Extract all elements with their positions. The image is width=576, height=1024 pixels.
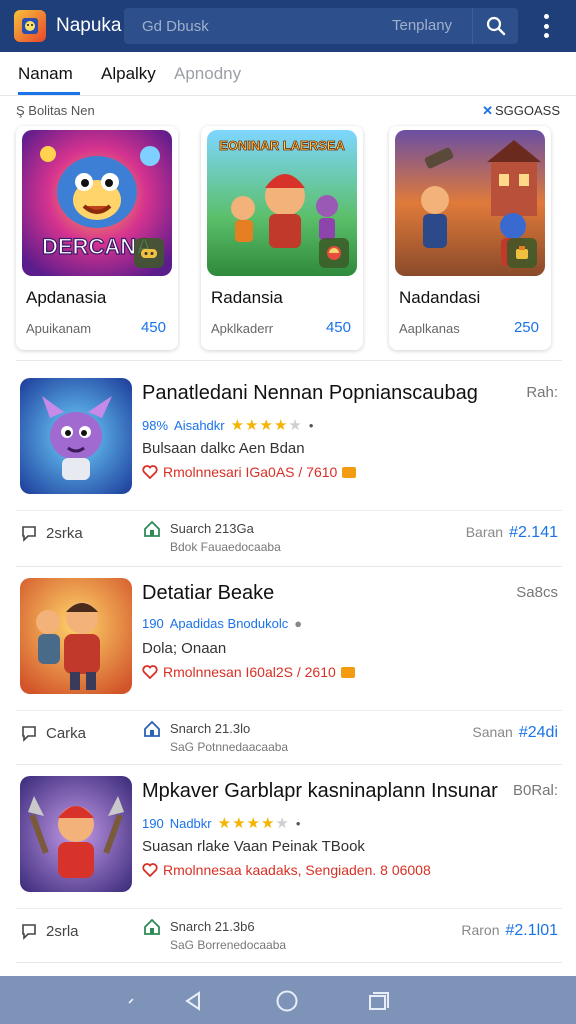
section-title: Ş Bolitas Nen bbox=[16, 103, 95, 118]
search-icon bbox=[486, 16, 505, 36]
item-price[interactable]: Sanan #24di bbox=[472, 724, 558, 742]
game-icon bbox=[20, 578, 132, 694]
heart-icon bbox=[142, 863, 158, 877]
item-title: Detatiar Beake bbox=[142, 582, 275, 604]
tab-nanam[interactable]: Nanam bbox=[18, 64, 73, 84]
item-price[interactable]: Raron #2.1l01 bbox=[461, 922, 558, 940]
featured-card[interactable]: DERCANA Apdanasia Apuikanam 450 bbox=[16, 126, 178, 350]
item-price[interactable]: Baran #2.141 bbox=[466, 524, 558, 542]
featured-card[interactable]: EONINAR LAERSEA Radansia Apklkaderr 450 bbox=[201, 126, 363, 350]
recents-icon[interactable] bbox=[366, 988, 392, 1014]
card-name: Radansia bbox=[211, 288, 283, 307]
card-count: 450 bbox=[325, 319, 351, 336]
comment-button[interactable]: 2srla bbox=[20, 922, 79, 940]
heart-icon bbox=[142, 465, 158, 479]
card-name: Nadandasi bbox=[399, 288, 481, 307]
store-icon bbox=[144, 918, 160, 935]
home-icon[interactable] bbox=[274, 988, 300, 1014]
expand-icon: ✕ bbox=[482, 103, 493, 118]
install-info[interactable]: Snarch 21.3lo SaG Potnnedaacaaba bbox=[142, 720, 288, 756]
app-logo-icon[interactable] bbox=[14, 10, 46, 42]
section-more-link[interactable]: ✕ SGGOASS bbox=[482, 103, 560, 119]
tab-bar: Nanam Alpalky Apnodny bbox=[0, 52, 576, 96]
back-icon[interactable] bbox=[180, 988, 206, 1014]
gift-icon bbox=[340, 666, 355, 678]
app-header: Napuka Tenplany bbox=[0, 0, 576, 52]
list-divider bbox=[16, 566, 562, 567]
card-subtitle: Aaplkanas bbox=[399, 321, 460, 336]
search-bar[interactable]: Tenplany bbox=[124, 8, 518, 44]
item-reward: Rmolnnesari IGa0AS / 7610 bbox=[142, 464, 357, 480]
tab-alpalky[interactable]: Alpalky bbox=[101, 64, 156, 84]
list-item[interactable]: Detatiar Beake Sa8cs 190 Apadidas Bnoduko… bbox=[0, 578, 576, 778]
store-icon bbox=[144, 720, 160, 737]
card-subtitle: Apklkaderr bbox=[211, 321, 274, 336]
game-artwork bbox=[395, 130, 545, 276]
game-artwork: DERCANA bbox=[22, 130, 172, 276]
gift-icon bbox=[342, 466, 357, 478]
item-reward: Rmolnnesan I60al2S / 2610 bbox=[142, 664, 355, 680]
overflow-menu-icon[interactable] bbox=[536, 12, 556, 40]
system-navigation-bar bbox=[0, 976, 576, 1024]
active-tab-indicator bbox=[18, 92, 80, 95]
game-icon bbox=[20, 378, 132, 494]
app-title: Napuka bbox=[56, 15, 122, 36]
heart-icon bbox=[142, 665, 158, 679]
game-icon bbox=[20, 776, 132, 892]
comment-icon bbox=[22, 924, 36, 940]
list-item[interactable]: Panatledani Nennan Popnianscaubag Rah: 9… bbox=[0, 378, 576, 578]
row-divider bbox=[16, 510, 562, 511]
rating-stars: ★★★★★ bbox=[217, 815, 290, 832]
item-description: Suasan rlake Vaan Peinak TBook bbox=[142, 838, 365, 855]
comment-icon bbox=[22, 726, 36, 742]
item-title-extra: Rah: bbox=[526, 384, 558, 401]
card-name: Apdanasia bbox=[26, 288, 107, 307]
list-divider bbox=[16, 962, 562, 963]
item-description: Dola; Onaan bbox=[142, 640, 227, 657]
item-meta: 98% Aisahdkr ★★★★★ • bbox=[142, 417, 314, 434]
search-button[interactable] bbox=[472, 8, 518, 44]
item-reward: Rmolnnesaa kaadaks, Sengiaden. 8 06008 bbox=[142, 862, 431, 878]
controller-icon bbox=[134, 238, 164, 268]
card-count: 450 bbox=[140, 319, 166, 336]
row-divider bbox=[16, 710, 562, 711]
game-badge-icon bbox=[319, 238, 349, 268]
tab-apnodny[interactable]: Apnodny bbox=[174, 64, 241, 84]
install-info[interactable]: Snarch 21.3b6 SaG Borrenedocaaba bbox=[142, 918, 286, 954]
row-divider bbox=[16, 908, 562, 909]
list-item[interactable]: Mpkaver Garblapr kasninaplann Insunar B0… bbox=[0, 776, 576, 976]
search-filter-label[interactable]: Tenplany bbox=[392, 17, 452, 34]
svg-text:EONINAR LAERSEA: EONINAR LAERSEA bbox=[219, 138, 345, 153]
comment-button[interactable]: Carka bbox=[20, 724, 86, 742]
game-artwork: EONINAR LAERSEA bbox=[207, 130, 357, 276]
install-info[interactable]: Suarch 213Ga Bdok Fauaedocaaba bbox=[142, 520, 281, 556]
comment-icon bbox=[22, 526, 36, 542]
list-divider bbox=[16, 764, 562, 765]
section-divider bbox=[16, 360, 562, 361]
item-description: Bulsaan dalkc Aen Bdan bbox=[142, 440, 305, 457]
featured-card[interactable]: Nadandasi Aaplkanas 250 bbox=[389, 126, 551, 350]
store-icon bbox=[144, 520, 160, 537]
item-title-extra: B0Ral: bbox=[512, 782, 558, 799]
item-title: Mpkaver Garblapr kasninaplann Insunar bbox=[142, 780, 498, 802]
card-count: 250 bbox=[513, 319, 539, 336]
card-subtitle: Apuikanam bbox=[26, 321, 92, 336]
item-title-extra: Sa8cs bbox=[516, 584, 558, 601]
rating-stars: ★★★★★ bbox=[230, 417, 303, 434]
item-meta: 190 Apadidas Bnodukolc ● bbox=[142, 616, 303, 631]
chevron-icon[interactable] bbox=[118, 988, 144, 1014]
item-title: Panatledani Nennan Popnianscaubag bbox=[142, 382, 478, 404]
section-header: Ş Bolitas Nen ✕ SGGOASS bbox=[16, 103, 560, 121]
comment-button[interactable]: 2srka bbox=[20, 524, 83, 542]
game-badge-icon bbox=[507, 238, 537, 268]
item-meta: 190 Nadbkr ★★★★★ • bbox=[142, 815, 301, 832]
